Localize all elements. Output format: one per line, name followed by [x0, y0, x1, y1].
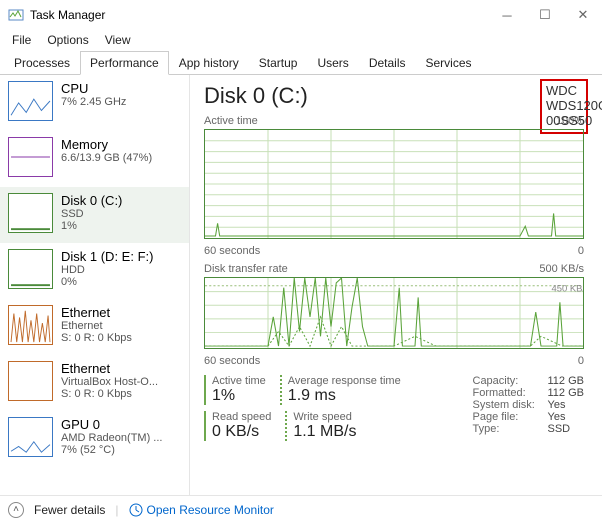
zero-2: 0: [578, 355, 584, 367]
svg-text:450 KB/s: 450 KB/s: [552, 284, 584, 294]
transfer-max: 500 KB/s: [539, 263, 584, 275]
sidebar-item-sub: AMD Radeon(TM) ...: [61, 432, 162, 444]
sidebar-item-5[interactable]: Ethernet VirtualBox Host-O... S: 0 R: 0 …: [0, 355, 189, 411]
titlebar: Task Manager ─ ☐ ✕: [0, 0, 602, 30]
resource-monitor-link[interactable]: Open Resource Monitor: [129, 503, 274, 517]
sidebar-item-title: Disk 1 (D: E: F:): [61, 249, 153, 264]
tab-startup[interactable]: Startup: [249, 51, 308, 75]
tab-processes[interactable]: Processes: [4, 51, 80, 75]
close-button[interactable]: ✕: [564, 1, 602, 29]
sidebar-item-1[interactable]: Memory 6.6/13.9 GB (47%): [0, 131, 189, 187]
tab-app-history[interactable]: App history: [169, 51, 249, 75]
sidebar-item-sub: 7% 2.45 GHz: [61, 96, 126, 108]
maximize-button[interactable]: ☐: [526, 1, 564, 29]
sidebar-item-title: Ethernet: [61, 361, 158, 376]
app-icon: [8, 7, 24, 23]
stat-avg-response: Average response time 1.9 ms: [280, 375, 401, 405]
sidebar-item-sub: 6.6/13.9 GB (47%): [61, 152, 152, 164]
sidebar-item-title: Memory: [61, 137, 152, 152]
footer: ˄ Fewer details | Open Resource Monitor: [0, 495, 602, 523]
transfer-label: Disk transfer rate: [204, 263, 288, 275]
stat-active-time: Active time 1%: [204, 375, 266, 405]
stat-write-speed: Write speed 1.1 MB/s: [285, 411, 356, 441]
content: Disk 0 (C:) WDC WDS120G1G0A-00SS50 Activ…: [190, 75, 602, 495]
tab-details[interactable]: Details: [359, 51, 416, 75]
sidebar-item-sub: SSD: [61, 208, 122, 220]
minimize-button[interactable]: ─: [488, 1, 526, 29]
transfer-graph: 450 KB/s: [204, 277, 584, 349]
sidebar-item-sub: VirtualBox Host-O...: [61, 376, 158, 388]
sidebar-item-title: Disk 0 (C:): [61, 193, 122, 208]
tab-performance[interactable]: Performance: [80, 51, 169, 75]
sidebar-item-title: GPU 0: [61, 417, 162, 432]
disk-model: WDC WDS120G1G0A-00SS50: [546, 83, 602, 128]
sidebar-item-title: CPU: [61, 81, 126, 96]
monitor-icon: [129, 503, 143, 517]
sidebar-item-sub: Ethernet: [61, 320, 132, 332]
menu-options[interactable]: Options: [41, 31, 94, 49]
disk-title: Disk 0 (C:): [204, 83, 308, 109]
sidebar-item-3[interactable]: Disk 1 (D: E: F:) HDD 0%: [0, 243, 189, 299]
sidebar-item-title: Ethernet: [61, 305, 132, 320]
tab-users[interactable]: Users: [307, 51, 358, 75]
sidebar-item-2[interactable]: Disk 0 (C:) SSD 1%: [0, 187, 189, 243]
timeline-2: 60 seconds: [204, 355, 260, 367]
stat-read-speed: Read speed 0 KB/s: [204, 411, 271, 441]
menubar: File Options View: [0, 30, 602, 50]
menu-file[interactable]: File: [6, 31, 37, 49]
active-time-graph: [204, 129, 584, 239]
fewer-details-link[interactable]: Fewer details: [34, 503, 105, 517]
tabs: Processes Performance App history Startu…: [0, 50, 602, 75]
tab-services[interactable]: Services: [416, 51, 482, 75]
chevron-up-icon[interactable]: ˄: [8, 502, 24, 518]
active-time-label: Active time: [204, 115, 258, 127]
window-title: Task Manager: [30, 8, 105, 22]
disk-properties: Capacity:112 GB Formatted:112 GB System …: [473, 375, 585, 441]
sidebar-item-4[interactable]: Ethernet Ethernet S: 0 R: 0 Kbps: [0, 299, 189, 355]
menu-view[interactable]: View: [99, 31, 137, 49]
sidebar-item-6[interactable]: GPU 0 AMD Radeon(TM) ... 7% (52 °C): [0, 411, 189, 467]
sidebar: CPU 7% 2.45 GHz Memory 6.6/13.9 GB (47%)…: [0, 75, 190, 495]
timeline-1: 60 seconds: [204, 245, 260, 257]
zero-1: 0: [578, 245, 584, 257]
highlight-box: WDC WDS120G1G0A-00SS50: [540, 79, 588, 134]
sidebar-item-sub: HDD: [61, 264, 153, 276]
sidebar-item-0[interactable]: CPU 7% 2.45 GHz: [0, 75, 189, 131]
